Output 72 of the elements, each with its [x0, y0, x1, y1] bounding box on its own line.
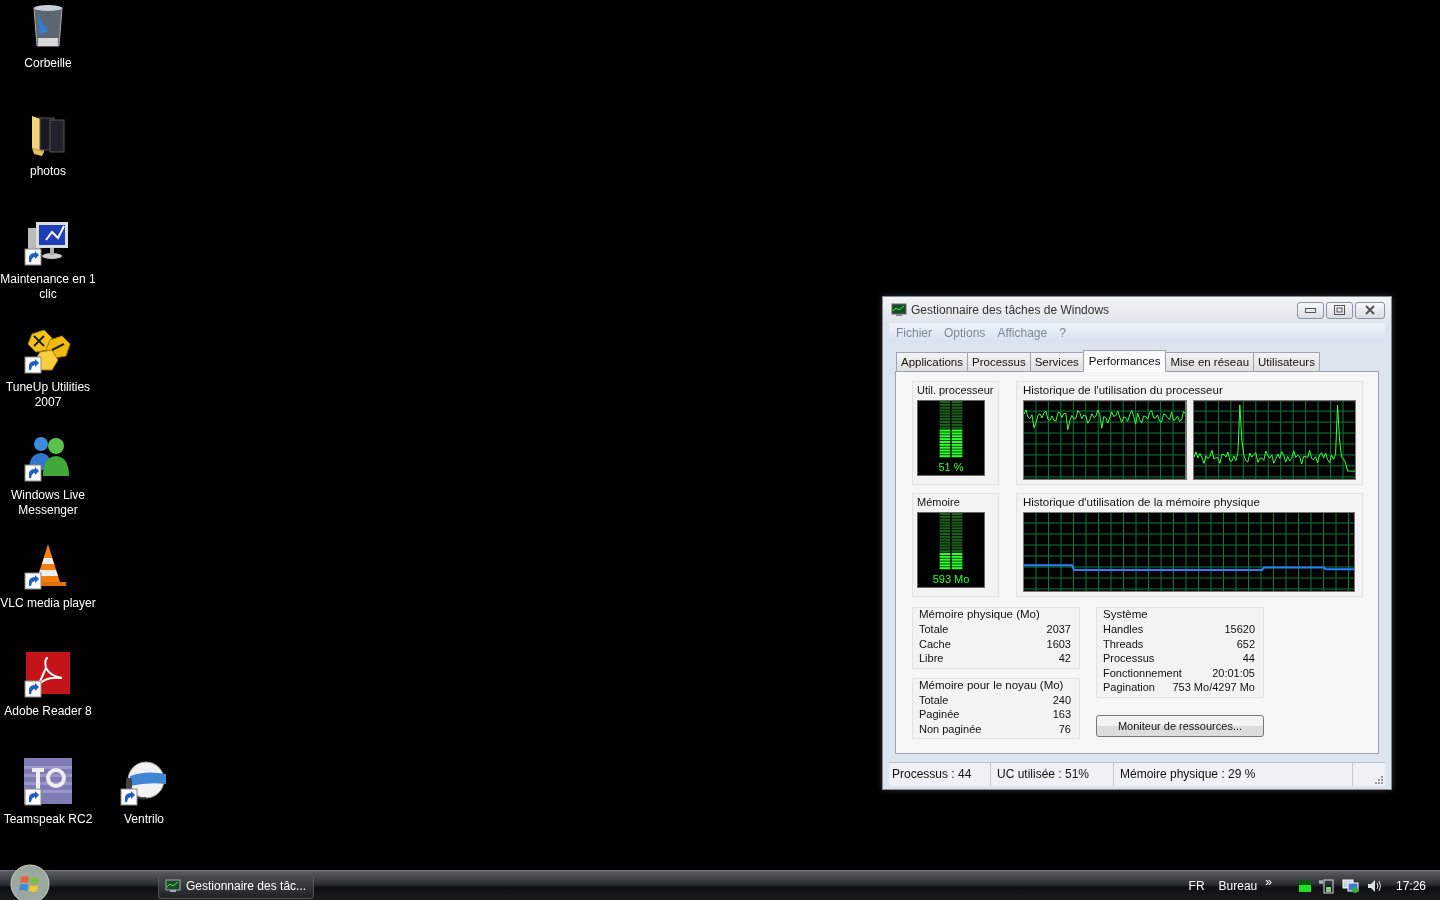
meter-reading: 51 %: [938, 461, 964, 473]
stat-label: Paginée: [919, 707, 960, 722]
tab[interactable]: Applications: [896, 352, 968, 371]
group-title: Mémoire physique (Mo): [919, 608, 1041, 620]
stat-label: Processus: [1103, 651, 1155, 666]
window-title: Gestionnaire des tâches de Windows: [911, 303, 1111, 317]
monitor-icon: [165, 879, 181, 893]
stat-value: 1603: [1046, 636, 1071, 651]
group-title: Util. processeur: [917, 384, 994, 396]
swirl-tile-icon[interactable]: [24, 650, 72, 698]
clock[interactable]: 17:26: [1395, 879, 1426, 893]
icon-label[interactable]: VLC media player: [0, 596, 100, 611]
chevron-button[interactable]: »: [1265, 875, 1272, 889]
icon-label[interactable]: Maintenance en 1 clic: [0, 272, 100, 302]
stat-value: 76: [1058, 721, 1071, 736]
resource-monitor-button[interactable]: Moniteur de ressources...: [1096, 714, 1264, 737]
close-icon: [1365, 305, 1375, 315]
stat-label: Fonctionnement: [1103, 665, 1182, 680]
maximize-icon: [1334, 305, 1345, 315]
icon-label[interactable]: Windows Live Messenger: [0, 488, 100, 518]
toolbar-label: Bureau: [1218, 879, 1258, 893]
stat-value: 753 Mo/4297 Mo: [1172, 680, 1255, 695]
status-text: Processus : 44: [889, 763, 991, 786]
hexagon-icon[interactable]: [24, 326, 72, 374]
tab[interactable]: Performances: [1082, 350, 1167, 372]
tab[interactable]: Processus: [967, 352, 1031, 371]
headset-icon[interactable]: [120, 758, 168, 806]
tab[interactable]: Utilisateurs: [1253, 352, 1320, 371]
speaker-icon[interactable]: [1365, 878, 1382, 894]
stat-label: Totale: [919, 622, 949, 637]
stat-value: 163: [1052, 707, 1071, 722]
group-title: Historique d'utilisation de la mémoire physique: [1023, 496, 1261, 508]
group-title: Mémoire: [917, 496, 961, 508]
meter-reading: 593 Mo: [932, 573, 970, 585]
group-title: Historique de l'utilisation du processeur: [1023, 384, 1224, 396]
tab[interactable]: Services: [1029, 352, 1084, 371]
group-title: Système: [1103, 608, 1149, 620]
stat-label: Pagination: [1103, 680, 1155, 695]
close-button[interactable]: [1355, 301, 1385, 319]
stat-label: Libre: [919, 651, 944, 666]
icon-label[interactable]: Adobe Reader 8: [0, 704, 100, 719]
people-icon[interactable]: [24, 434, 72, 482]
stat-value: 652: [1236, 636, 1255, 651]
minimize-button[interactable]: [1297, 301, 1324, 319]
stat-value: 240: [1052, 692, 1071, 707]
tab[interactable]: Mise en réseau: [1165, 352, 1255, 371]
status-text: Mémoire physique : 29 %: [1114, 763, 1353, 786]
network-icon[interactable]: [1341, 878, 1360, 894]
icon-label[interactable]: photos: [0, 164, 100, 179]
stat-label: Cache: [919, 636, 951, 651]
stat-value: 44: [1242, 651, 1255, 666]
language-indicator[interactable]: FR: [1188, 879, 1205, 893]
stat-label: Handles: [1103, 622, 1144, 637]
stat-value: 20:01:05: [1212, 665, 1255, 680]
minimize-icon: [1305, 307, 1316, 313]
monitor-icon: [891, 303, 907, 317]
stat-label: Threads: [1103, 636, 1144, 651]
striped-tile-icon[interactable]: [24, 758, 72, 806]
status-text: UC utilisée : 51%: [991, 763, 1114, 786]
taskbar-button[interactable]: Gestionnaire des tâc...: [158, 873, 314, 899]
resize-grip-icon[interactable]: [1373, 774, 1383, 784]
icon-label[interactable]: TuneUp Utilities 2007: [0, 380, 100, 410]
maximize-button[interactable]: [1326, 301, 1353, 319]
group-title: Mémoire pour le noyau (Mo): [919, 678, 1065, 691]
stat-label: Totale: [919, 692, 949, 707]
start-orb-icon[interactable]: [10, 864, 50, 900]
stat-value: 2037: [1046, 622, 1071, 637]
stat-label: Non paginée: [919, 721, 982, 736]
battery-plug-icon[interactable]: [1317, 878, 1336, 894]
stat-value: 42: [1058, 651, 1071, 666]
icon-label[interactable]: Corbeille: [0, 56, 100, 71]
stat-value: 15620: [1224, 622, 1255, 637]
